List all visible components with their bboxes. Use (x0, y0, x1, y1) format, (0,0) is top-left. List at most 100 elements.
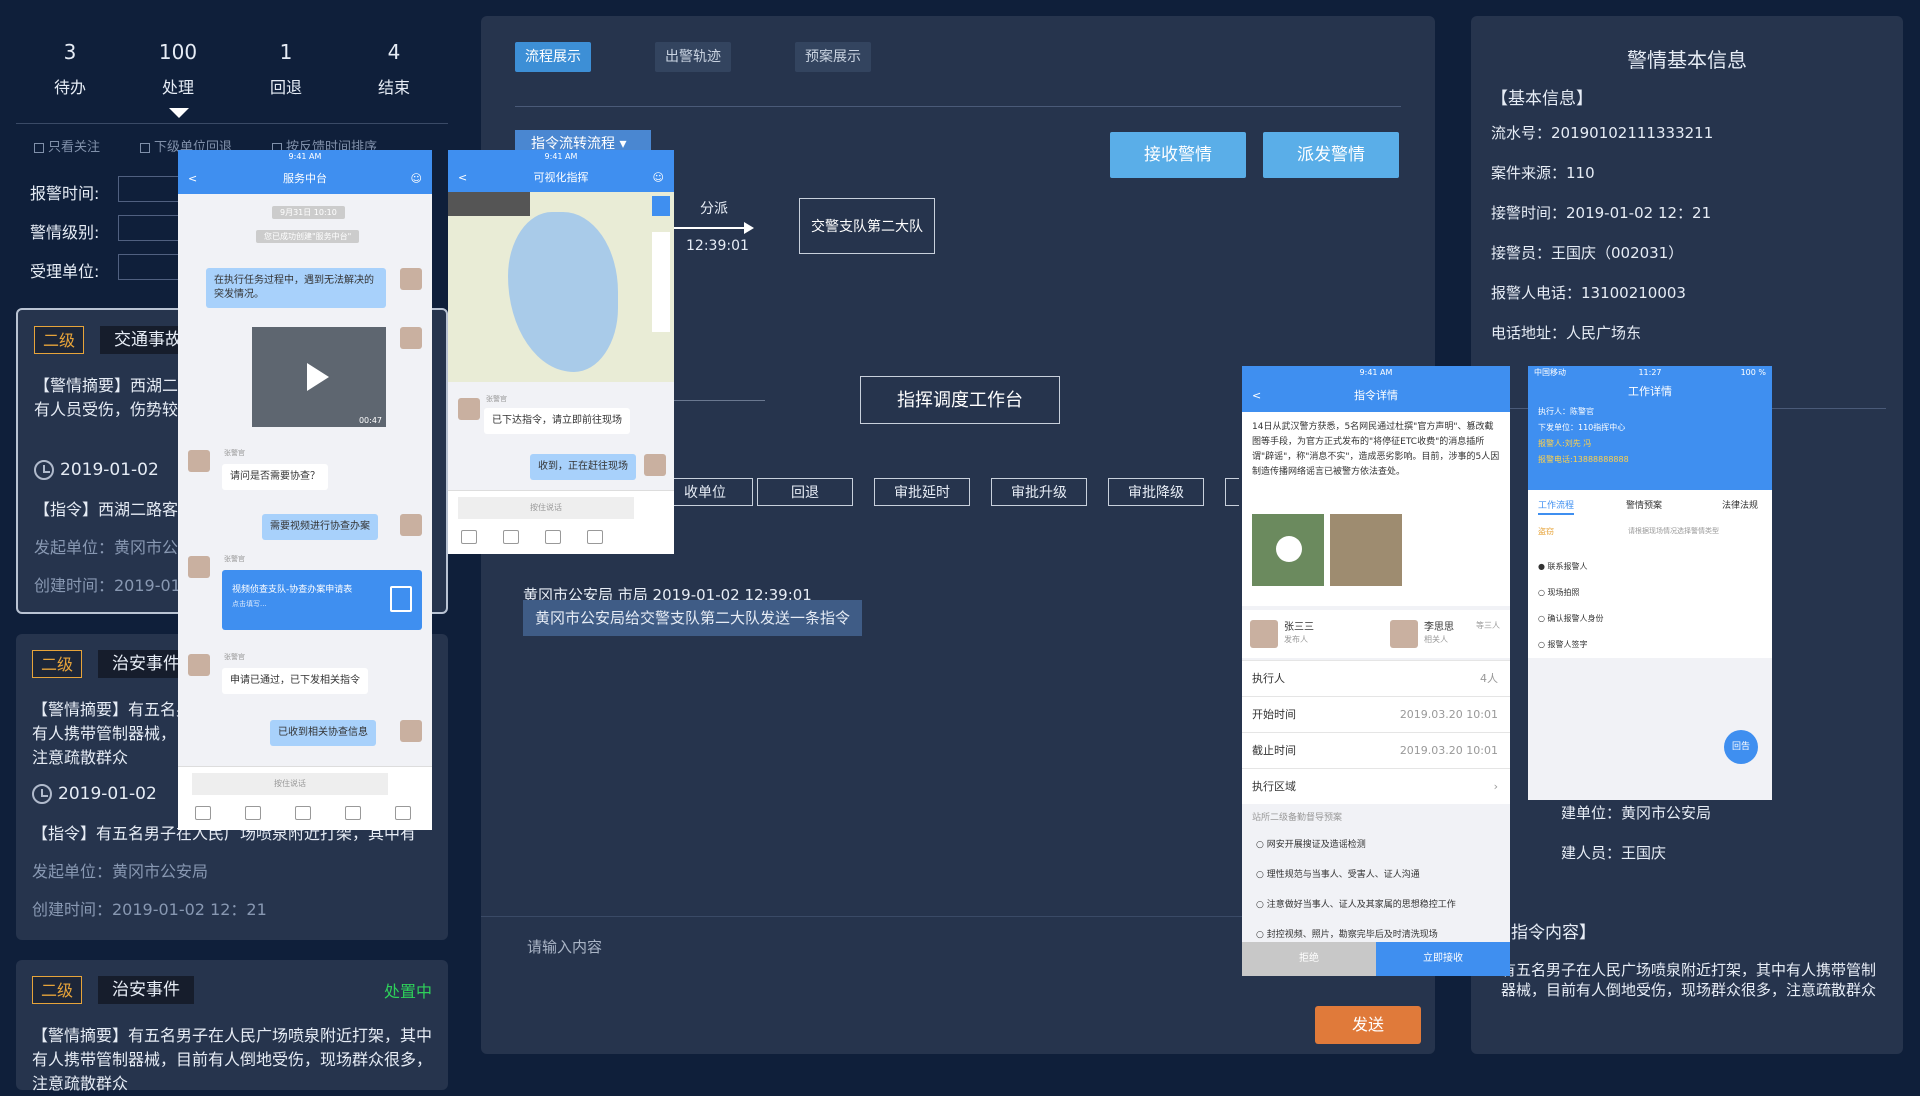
info-address: 电话地址：人民广场东 (1491, 324, 1642, 342)
plan-option[interactable]: ○ 注意做好当事人、证人及其家属的思想稳控工作 (1256, 890, 1456, 920)
status-bar: 9:41 AM (448, 150, 674, 164)
play-icon[interactable] (1276, 536, 1302, 562)
option-text: 理性规范与当事人、受害人、证人沟通 (1266, 870, 1420, 880)
tab-workflow[interactable]: 工作流程 (1538, 498, 1575, 515)
check-item[interactable]: ○ 现场拍照 (1538, 580, 1604, 606)
work-header: 工作详情 执行人：陈警官 下发单位：110指挥中心 报警人:刘先 冯 报警电话:… (1528, 380, 1772, 490)
accept-button[interactable]: 立即接收 (1376, 942, 1510, 976)
incident-unit: 发起单位：黄冈市公安局 (32, 862, 209, 881)
video-message[interactable]: 00:47 (252, 327, 386, 427)
form-card[interactable]: 视频侦查支队-协查办案申请表 点击填写... (222, 570, 422, 630)
chat-tools (178, 805, 432, 824)
message-input[interactable]: 请输入内容 (527, 936, 602, 957)
play-icon[interactable] (307, 363, 329, 391)
stat-num: 100 (158, 40, 198, 64)
stat-num: 1 (279, 40, 293, 64)
tab-process[interactable]: 流程展示 (515, 42, 591, 72)
map-tools[interactable] (652, 232, 670, 332)
op-more-button[interactable] (1225, 478, 1239, 506)
reject-button[interactable]: 拒绝 (1242, 942, 1376, 976)
op-downgrade-button[interactable]: 审批降级 (1108, 478, 1204, 506)
folder-icon[interactable] (587, 530, 603, 544)
image-icon[interactable] (245, 806, 261, 820)
info-serial: 流水号：20190102111333211 (1491, 124, 1714, 142)
op-delay-button[interactable]: 审批延时 (874, 478, 970, 506)
checkbox-icon[interactable] (34, 142, 44, 153)
check-item[interactable]: ○ 确认报警人身份 (1538, 606, 1604, 632)
back-icon[interactable]: < (1252, 380, 1261, 412)
incident-created: 创建时间：2019-01-02 12：21 (32, 900, 267, 919)
message-bubble: 申请已通过，已下发相关指令 (222, 668, 368, 694)
check-label: 联系报警人 (1547, 562, 1588, 571)
row-end-time[interactable]: 截止时间 2019.03.20 10:01 (1242, 732, 1510, 768)
photo-thumbnail[interactable] (1252, 514, 1324, 586)
camera-icon[interactable] (195, 806, 211, 820)
voice-input[interactable]: 按住说话 (192, 773, 388, 795)
user-icon[interactable]: ☺ (411, 164, 422, 194)
op-upgrade-button[interactable]: 审批升级 (991, 478, 1087, 506)
video-duration: 00:47 (358, 416, 382, 425)
form-row-level: 警情级别: (30, 215, 208, 243)
check-item[interactable]: ● 联系报警人 (1538, 554, 1604, 580)
divider (515, 106, 1401, 107)
stat-returned[interactable]: 1 回退 (241, 28, 331, 123)
add-icon[interactable] (652, 196, 670, 216)
emoji-icon[interactable] (395, 806, 411, 820)
option-text: 网安开展搜证及造谣检测 (1266, 840, 1366, 850)
voice-input[interactable]: 按住说话 (458, 497, 634, 519)
date-stamp: 9月31日 10:10 (272, 206, 345, 219)
chat-tools (448, 529, 674, 548)
incident-card[interactable]: 二级 治安事件 处置中 【警情摘要】有五名男子在人民广场喷泉附近打架，其中有人携带管… (16, 960, 448, 1093)
tab-plan[interactable]: 警情预案 (1626, 498, 1662, 511)
time-text: 2019-01-02 (58, 784, 157, 804)
location-icon[interactable] (295, 806, 311, 820)
tab-plan[interactable]: 预案展示 (795, 42, 871, 72)
checkbox-icon[interactable] (140, 142, 151, 153)
status-bar: 9:41 AM (1242, 366, 1510, 380)
form-row-unit: 受理单位: (30, 254, 208, 282)
stat-closed[interactable]: 4 结束 (349, 28, 439, 123)
user-icon[interactable]: ☺ (653, 164, 664, 192)
plan-option[interactable]: ○ 网安开展搜证及造谣检测 (1256, 830, 1456, 860)
op-return-button[interactable]: 回退 (757, 478, 853, 506)
row-executor[interactable]: 执行人 4人 (1242, 660, 1510, 696)
check-label: 现场拍照 (1547, 588, 1580, 597)
clock-icon (34, 460, 54, 480)
row-label: 执行人 (1252, 672, 1285, 685)
reply-fab[interactable]: 回告 (1724, 730, 1758, 764)
case-type[interactable]: 盗窃 (1538, 526, 1554, 537)
nav-title: 指令详情 (1354, 389, 1398, 402)
folder-icon[interactable] (345, 806, 361, 820)
type-badge: 治安事件 (98, 976, 194, 1004)
camera-icon[interactable] (461, 530, 477, 544)
row-area[interactable]: 执行区域 › (1242, 768, 1510, 804)
tab-law[interactable]: 法律法规 (1722, 498, 1758, 511)
person-name: 李思思 (1424, 622, 1454, 633)
image-icon[interactable] (503, 530, 519, 544)
nav-title: 可视化指挥 (533, 171, 589, 184)
stat-todo[interactable]: 3 待办 (25, 28, 115, 123)
stat-processing[interactable]: 100 处理 (133, 28, 223, 123)
location-icon[interactable] (545, 530, 561, 544)
instruction-body: 14日从武汉警方获悉，5名网民通过杜撰"官方声明"、篡改截图等手段，为官方正式发… (1252, 422, 1500, 477)
filter-follow[interactable]: 只看关注 (34, 136, 100, 155)
dispatch-button[interactable]: 派发警情 (1263, 132, 1399, 178)
checklist: ● 联系报警人 ○ 现场拍照 ○ 确认报警人身份 ○ 报警人签字 (1538, 554, 1604, 658)
photo-thumbnail[interactable] (1330, 514, 1402, 586)
check-item[interactable]: ○ 报警人签字 (1538, 632, 1604, 658)
back-icon[interactable]: < (188, 164, 197, 194)
sender-name: 张警官 (224, 449, 245, 457)
flow-node-target[interactable]: 交警支队第二大队 (799, 198, 935, 254)
level-badge: 二级 (32, 976, 82, 1004)
form-label: 受理单位: (30, 262, 100, 281)
plan-option[interactable]: ○ 理性规范与当事人、受害人、证人沟通 (1256, 860, 1456, 890)
row-start-time[interactable]: 开始时间 2019.03.20 10:01 (1242, 696, 1510, 732)
info-title: 警情基本信息 (1627, 48, 1747, 72)
camera-thumbnails[interactable] (448, 192, 530, 216)
send-button[interactable]: 发送 (1315, 1006, 1421, 1044)
form-card-hint: 点击填写... (232, 600, 267, 608)
map-view[interactable] (448, 192, 674, 382)
receive-button[interactable]: 接收警情 (1110, 132, 1246, 178)
back-icon[interactable]: < (458, 164, 467, 192)
tab-track[interactable]: 出警轨迹 (655, 42, 731, 72)
